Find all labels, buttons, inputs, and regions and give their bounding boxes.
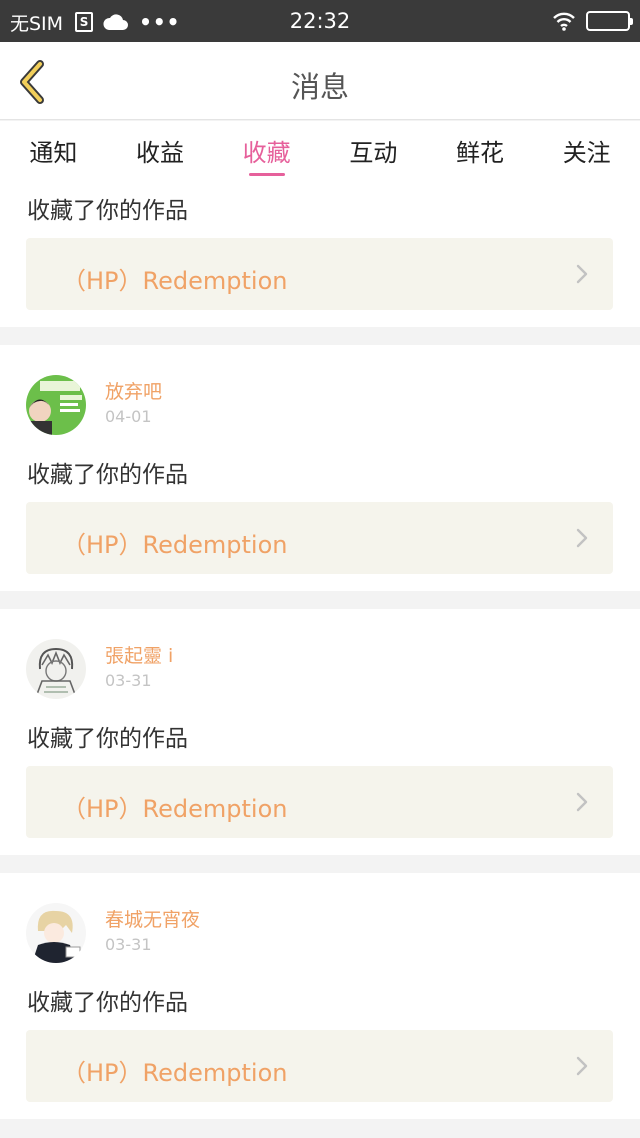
wifi-icon xyxy=(553,12,575,31)
work-title: （HP）Redemption xyxy=(62,795,288,823)
list-item: 放弃吧 04-01 收藏了你的作品 （HP）Redemption xyxy=(0,345,640,591)
work-title: （HP）Redemption xyxy=(62,531,288,559)
status-time: 22:32 xyxy=(289,9,351,33)
tab-earnings[interactable]: 收益 xyxy=(107,121,214,181)
action-text: 收藏了你的作品 xyxy=(27,726,188,752)
tab-favorites[interactable]: 收藏 xyxy=(213,121,320,181)
date: 03-31 xyxy=(105,671,152,690)
page-title: 消息 xyxy=(290,70,349,104)
action-text: 收藏了你的作品 xyxy=(27,198,188,224)
work-title: （HP）Redemption xyxy=(62,267,288,295)
username[interactable]: 放弃吧 xyxy=(105,377,162,404)
avatar[interactable] xyxy=(26,375,86,435)
tab-bar: 通知 收益 收藏 互动 鲜花 关注 xyxy=(0,121,640,181)
tab-interactions[interactable]: 互动 xyxy=(320,121,427,181)
battery-icon xyxy=(586,11,633,31)
chevron-right-icon xyxy=(576,528,588,548)
notification-feed: 收藏了你的作品 （HP）Redemption 放弃吧 04-01 收藏了你的作品… xyxy=(0,181,640,1137)
work-link[interactable]: （HP）Redemption xyxy=(26,238,613,310)
nav-bar: 消息 xyxy=(0,42,640,120)
work-title: （HP）Redemption xyxy=(62,1059,288,1087)
list-item: 春城无宵夜 03-31 收藏了你的作品 （HP）Redemption xyxy=(0,873,640,1119)
action-text: 收藏了你的作品 xyxy=(27,462,188,488)
list-item: 收藏了你的作品 （HP）Redemption xyxy=(0,181,640,327)
tab-following[interactable]: 关注 xyxy=(533,121,640,181)
chevron-right-icon xyxy=(576,264,588,284)
work-link[interactable]: （HP）Redemption xyxy=(26,766,613,838)
list-item: 張起靈 i 03-31 收藏了你的作品 （HP）Redemption xyxy=(0,609,640,855)
tab-notifications[interactable]: 通知 xyxy=(0,121,107,181)
date: 03-31 xyxy=(105,935,152,954)
avatar[interactable] xyxy=(26,903,86,963)
status-bar: 无SIM S ••• 22:32 xyxy=(0,0,640,42)
username[interactable]: 張起靈 i xyxy=(105,641,173,668)
username[interactable]: 春城无宵夜 xyxy=(105,905,200,932)
chevron-right-icon xyxy=(576,1056,588,1076)
work-link[interactable]: （HP）Redemption xyxy=(26,1030,613,1102)
action-text: 收藏了你的作品 xyxy=(27,990,188,1016)
chevron-right-icon xyxy=(576,792,588,812)
work-link[interactable]: （HP）Redemption xyxy=(26,502,613,574)
avatar[interactable] xyxy=(26,639,86,699)
tab-flowers[interactable]: 鲜花 xyxy=(427,121,534,181)
date: 04-01 xyxy=(105,407,152,426)
